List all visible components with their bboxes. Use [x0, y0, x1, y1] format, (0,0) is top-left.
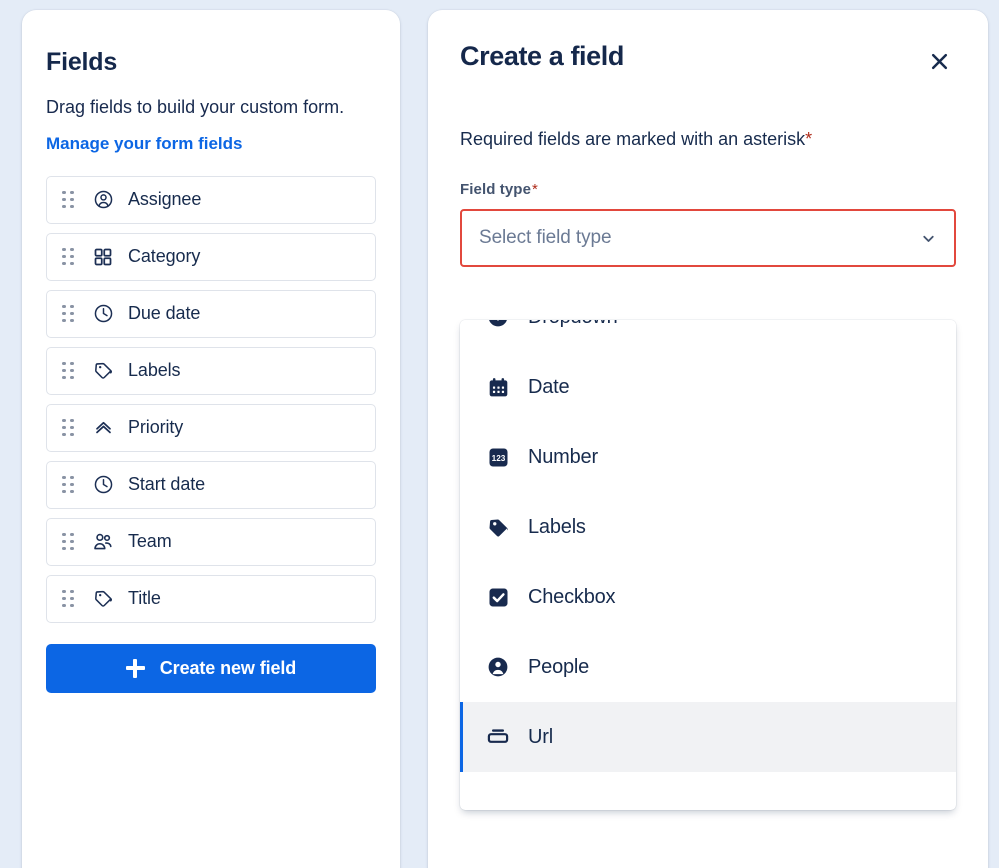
create-new-field-label: Create new field [159, 657, 297, 678]
modal-header: Create a field [460, 41, 956, 78]
drag-handle-icon[interactable] [59, 531, 77, 553]
field-item-label: Start date [128, 474, 206, 495]
modal-title: Create a field [460, 41, 624, 71]
dropdown-option-checkbox[interactable]: Checkbox [460, 562, 956, 632]
tag-filled-icon [485, 514, 511, 540]
drag-handle-icon[interactable] [59, 588, 77, 610]
dropdown-option-dropdown[interactable]: Dropdown [460, 320, 956, 352]
checkbox-icon [485, 584, 511, 610]
chevron-down-icon [919, 229, 937, 247]
field-item-label: Team [128, 531, 172, 552]
chevrons-up-icon [91, 416, 115, 440]
field-type-label: Field type* [460, 181, 956, 198]
dropdown-option-label: Url [528, 725, 553, 748]
field-type-label-text: Field type [460, 181, 532, 198]
drag-handle-icon[interactable] [59, 474, 77, 496]
close-icon[interactable] [922, 44, 956, 78]
calendar-icon [485, 374, 511, 400]
page-title: Fields [46, 48, 118, 76]
field-type-select[interactable]: Select field type [460, 209, 956, 267]
manage-form-fields-link[interactable]: Manage your form fields [46, 134, 242, 154]
dropdown-option-label: Dropdown [528, 320, 618, 329]
drag-handle-icon[interactable] [59, 189, 77, 211]
user-circle-icon [91, 188, 115, 212]
plus-icon [125, 658, 145, 678]
field-item-label: Labels [128, 360, 181, 381]
field-item-labels[interactable]: Labels [46, 346, 376, 395]
svg-text:123: 123 [491, 454, 505, 463]
dropdown-option-label: Checkbox [528, 585, 616, 608]
dropdown-option-label: Labels [528, 515, 586, 538]
dropdown-option-label: Number [528, 445, 598, 468]
drag-handle-icon[interactable] [59, 360, 77, 382]
field-item-label: Category [128, 246, 201, 267]
dropdown-option-date[interactable]: Date [460, 352, 956, 422]
grid-squares-icon [91, 245, 115, 269]
required-note-text: Required fields are marked with an aster… [460, 129, 806, 149]
dropdown-option-number[interactable]: 123 Number [460, 422, 956, 492]
clock-icon [91, 473, 115, 497]
person-icon [485, 654, 511, 680]
create-field-modal: Create a field Required fields are marke… [428, 10, 988, 868]
create-new-field-button[interactable]: Create new field [46, 643, 376, 693]
dropdown-option-label: Date [528, 375, 570, 398]
required-fields-note: Required fields are marked with an aster… [460, 129, 956, 150]
field-item-category[interactable]: Category [46, 232, 376, 281]
field-item-due-date[interactable]: Due date [46, 289, 376, 338]
fields-panel-description: Drag fields to build your custom form. [46, 97, 345, 117]
field-type-dropdown-menu[interactable]: Dropdown Date 123 Number Labels [460, 320, 956, 810]
dropdown-icon [485, 320, 511, 330]
dropdown-option-people[interactable]: People [460, 632, 956, 702]
field-item-label: Due date [128, 303, 201, 324]
dropdown-option-label: People [528, 655, 590, 678]
required-asterisk: * [805, 129, 813, 149]
dropdown-option-url[interactable]: Url [460, 702, 956, 772]
dropdown-option-list: Dropdown Date 123 Number Labels [460, 320, 956, 772]
number-123-icon: 123 [485, 444, 511, 470]
draggable-field-list: Assignee Category Due date Labels Priori… [46, 175, 376, 623]
tag-icon [91, 587, 115, 611]
field-item-priority[interactable]: Priority [46, 403, 376, 452]
field-type-placeholder: Select field type [479, 227, 612, 248]
dropdown-option-labels[interactable]: Labels [460, 492, 956, 562]
field-item-assignee[interactable]: Assignee [46, 175, 376, 224]
field-item-label: Title [128, 588, 161, 609]
drag-handle-icon[interactable] [59, 417, 77, 439]
drag-handle-icon[interactable] [59, 246, 77, 268]
link-card-icon [485, 724, 511, 750]
field-item-start-date[interactable]: Start date [46, 460, 376, 509]
field-item-title[interactable]: Title [46, 574, 376, 623]
field-type-required-asterisk: * [532, 181, 538, 198]
drag-handle-icon[interactable] [59, 303, 77, 325]
field-item-label: Assignee [128, 189, 202, 210]
fields-panel: Fields Drag fields to build your custom … [22, 10, 400, 868]
field-item-team[interactable]: Team [46, 517, 376, 566]
field-item-label: Priority [128, 417, 184, 438]
people-icon [91, 530, 115, 554]
tag-icon [91, 359, 115, 383]
clock-icon [91, 302, 115, 326]
